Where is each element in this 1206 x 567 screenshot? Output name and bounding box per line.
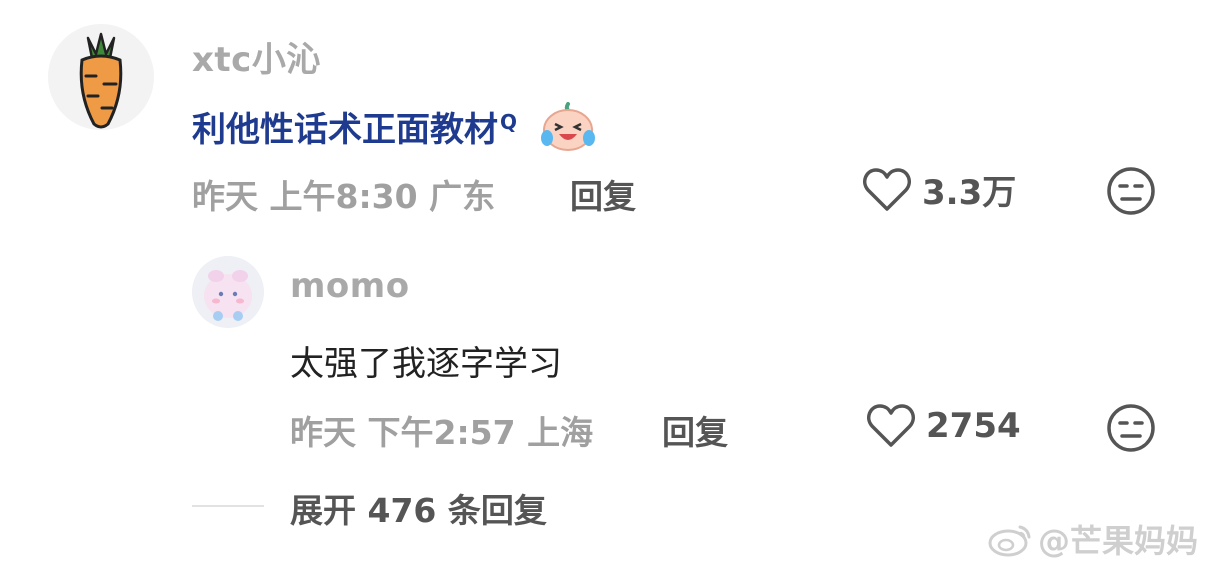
carrot-icon	[48, 24, 154, 130]
like-count: 3.3万	[922, 173, 1017, 213]
reply-like-count: 2754	[926, 406, 1021, 446]
cute-character-icon	[192, 256, 264, 328]
expand-replies-button[interactable]: 展开 476 条回复	[290, 484, 547, 532]
reply-dislike-button[interactable]	[1106, 403, 1156, 457]
unamused-face-icon	[1107, 167, 1155, 215]
expand-divider	[192, 505, 264, 507]
reply-avatar[interactable]	[192, 256, 264, 328]
comment-username[interactable]: xtc小沁	[192, 32, 321, 81]
avatar[interactable]	[48, 24, 154, 130]
reply-location: 上海	[527, 413, 594, 452]
crying-laugh-emoji-icon	[540, 102, 595, 161]
unamused-face-icon	[1107, 404, 1155, 452]
comment-location: 广东	[429, 177, 496, 216]
watermark-text: @芒果妈妈	[1038, 522, 1199, 560]
weibo-logo-icon	[988, 525, 1031, 557]
dislike-button[interactable]	[1106, 166, 1156, 220]
reply-button[interactable]: 回复	[570, 170, 636, 218]
comment-time: 上午8:30	[269, 177, 418, 216]
heart-icon	[867, 404, 915, 447]
like-button[interactable]: 3.3万	[862, 165, 1016, 214]
comment-meta: 昨天 上午8:30 广东	[192, 170, 495, 218]
reply-time: 下午2:57	[367, 413, 516, 452]
reply-like-button[interactable]: 2754	[866, 403, 1021, 449]
comment-body: 利他性话术正面教材	[192, 110, 498, 150]
reply-meta: 昨天 下午2:57 上海	[290, 406, 593, 454]
search-mark[interactable]: Q	[500, 110, 517, 134]
heart-icon	[863, 167, 911, 211]
comment-date: 昨天	[192, 177, 258, 216]
reply-username[interactable]: momo	[290, 266, 410, 306]
comment-text: 利他性话术正面教材 Q	[192, 102, 595, 161]
reply-date: 昨天	[290, 413, 356, 452]
reply-reply-button[interactable]: 回复	[662, 406, 728, 454]
watermark: @芒果妈妈	[988, 516, 1198, 562]
reply-text: 太强了我逐字学习	[290, 344, 562, 384]
